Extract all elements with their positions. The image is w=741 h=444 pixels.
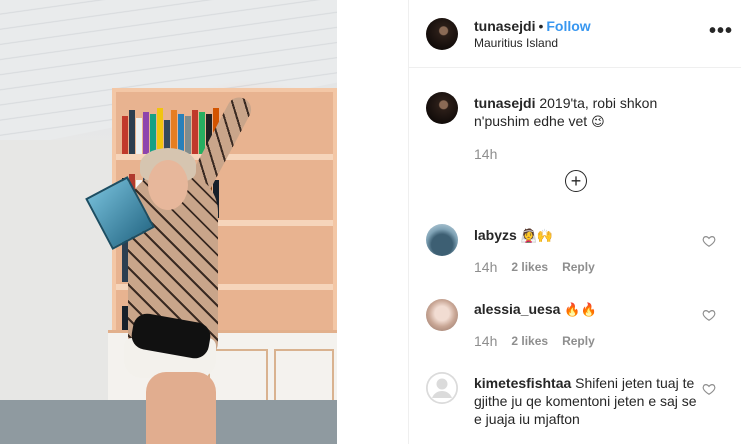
load-more-comments-button[interactable]: +	[565, 170, 587, 192]
post-photo-area	[0, 0, 408, 444]
comment-body: alessia_uesa 🔥🔥	[474, 300, 694, 319]
comment-meta: 14h 2 likes Reply	[474, 333, 595, 349]
comment-emoji-icon: 🔥🔥	[564, 302, 597, 317]
plus-circle-icon: +	[570, 170, 582, 191]
like-heart-icon[interactable]	[702, 382, 716, 396]
comment-timestamp[interactable]: 14h	[474, 333, 497, 349]
more-options-icon[interactable]: •••	[709, 20, 733, 43]
post-header: tunasejdi • Follow Mauritius Island •••	[409, 0, 741, 68]
photo-person-head	[148, 160, 188, 210]
comment-likes[interactable]: 2 likes	[511, 334, 548, 348]
photo-person-legs	[146, 372, 216, 444]
like-heart-icon[interactable]	[702, 234, 716, 248]
comment-body: kimetesfishtaa Shifeni jeten tuaj te gji…	[474, 374, 702, 428]
comment-avatar[interactable]	[426, 224, 458, 256]
comment-body: labyzs 👰🙌	[474, 226, 694, 245]
comment-meta: 14h 2 likes Reply	[474, 259, 595, 275]
comment-likes[interactable]: 2 likes	[511, 260, 548, 274]
comment-reply-button[interactable]: Reply	[562, 260, 595, 274]
author-separator: •	[538, 18, 544, 34]
post-location[interactable]: Mauritius Island	[474, 36, 558, 50]
comment-avatar[interactable]	[426, 299, 458, 331]
follow-button[interactable]: Follow	[546, 18, 590, 34]
comment-emoji-icon: 👰🙌	[520, 228, 554, 243]
caption-timestamp[interactable]: 14h	[474, 146, 497, 162]
photo-wall	[0, 140, 120, 430]
comment-username[interactable]: alessia_uesa	[474, 301, 560, 317]
comment-username[interactable]: labyzs	[474, 227, 517, 243]
comment-timestamp[interactable]: 14h	[474, 259, 497, 275]
comment-username[interactable]: kimetesfishtaa	[474, 375, 571, 391]
comment-reply-button[interactable]: Reply	[562, 334, 595, 348]
instagram-post: tunasejdi • Follow Mauritius Island ••• …	[0, 0, 741, 444]
post-side-panel: tunasejdi • Follow Mauritius Island ••• …	[408, 0, 741, 444]
author-avatar[interactable]	[426, 18, 458, 50]
comment-avatar[interactable]	[426, 372, 458, 404]
author-username[interactable]: tunasejdi	[474, 18, 535, 34]
default-avatar-icon	[426, 372, 458, 404]
caption-username[interactable]: tunasejdi	[474, 95, 535, 111]
like-heart-icon[interactable]	[702, 308, 716, 322]
caption-text-block: tunasejdi 2019'ta, robi shkon n'pushim e…	[474, 94, 714, 131]
post-photo[interactable]	[0, 0, 337, 444]
wink-emoji-icon: 😉	[591, 114, 605, 129]
author-line: tunasejdi • Follow	[474, 18, 591, 34]
caption-author-avatar[interactable]	[426, 92, 458, 124]
